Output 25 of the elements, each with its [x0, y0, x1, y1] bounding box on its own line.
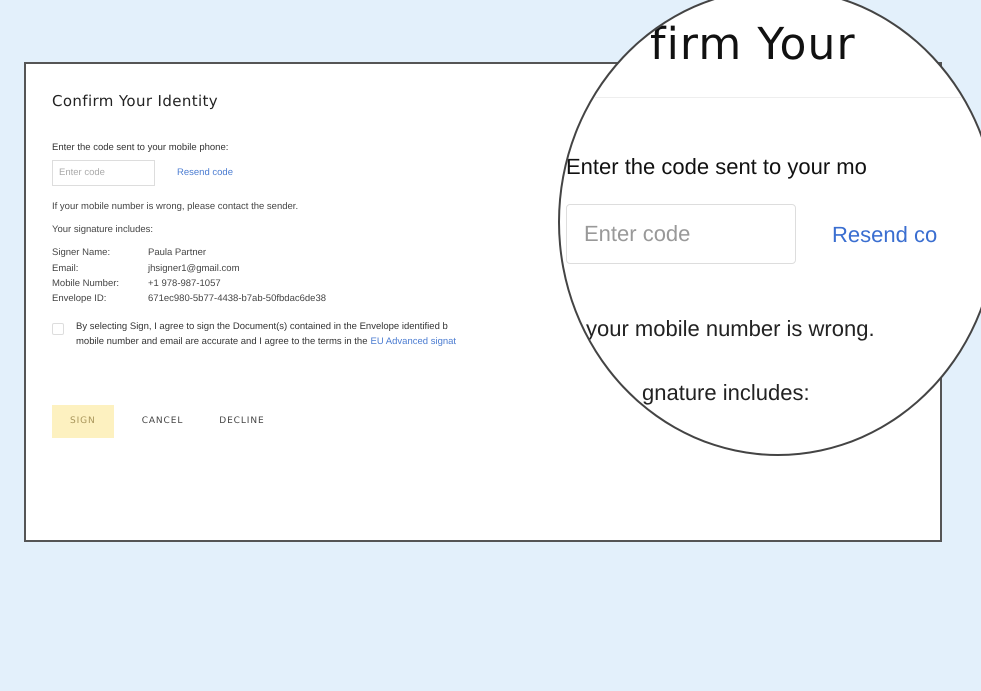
consent-text: mobile number and email are accurate and I agree to the terms in the [76, 334, 368, 348]
detail-value: 671ec980-5b77-4438-b7ab-50fbdac6de38 [148, 292, 326, 306]
detail-value: Paula Partner [148, 246, 206, 260]
detail-label: Signer Name: [52, 246, 112, 260]
dialog-title: Confirm Your Identity [52, 91, 218, 112]
eu-advanced-signature-link[interactable]: EU Advanced signat [370, 334, 456, 349]
code-prompt: Enter the code sent to your mobile phone: [52, 140, 228, 154]
action-button[interactable]: DECLINE [211, 404, 273, 438]
magnified-title: firm Your [650, 19, 856, 70]
code-input-field[interactable]: Enter code [52, 160, 155, 186]
detail-label: Mobile Number: [52, 276, 120, 291]
magnified-signature-heading: gnature includes: [642, 380, 810, 405]
detail-label: Email: [52, 262, 80, 276]
wrong-number-note: If your mobile number is wrong, please contact the sender. [52, 200, 298, 214]
magnified-code-prompt: Enter the code sent to your mo [566, 154, 867, 179]
magnified-code-input-field[interactable]: Enter code [566, 204, 796, 264]
consent-checkbox[interactable] [52, 323, 64, 336]
consent-text: By selecting Sign, I agree to sign the Document(s) contained in the Envelope identified b [76, 320, 449, 334]
detail-label: Envelope ID: [52, 292, 108, 306]
detail-value: +1 978-987-1057 [148, 276, 221, 291]
detail-value: jhsigner1@gmail.com [148, 262, 240, 276]
resend-code-link[interactable]: Resend code [177, 166, 233, 180]
magnified-wrong-number-note: your mobile number is wrong. [586, 316, 875, 341]
action-button[interactable]: CANCEL [134, 404, 192, 438]
signature-heading: Your signature includes: [52, 223, 154, 237]
